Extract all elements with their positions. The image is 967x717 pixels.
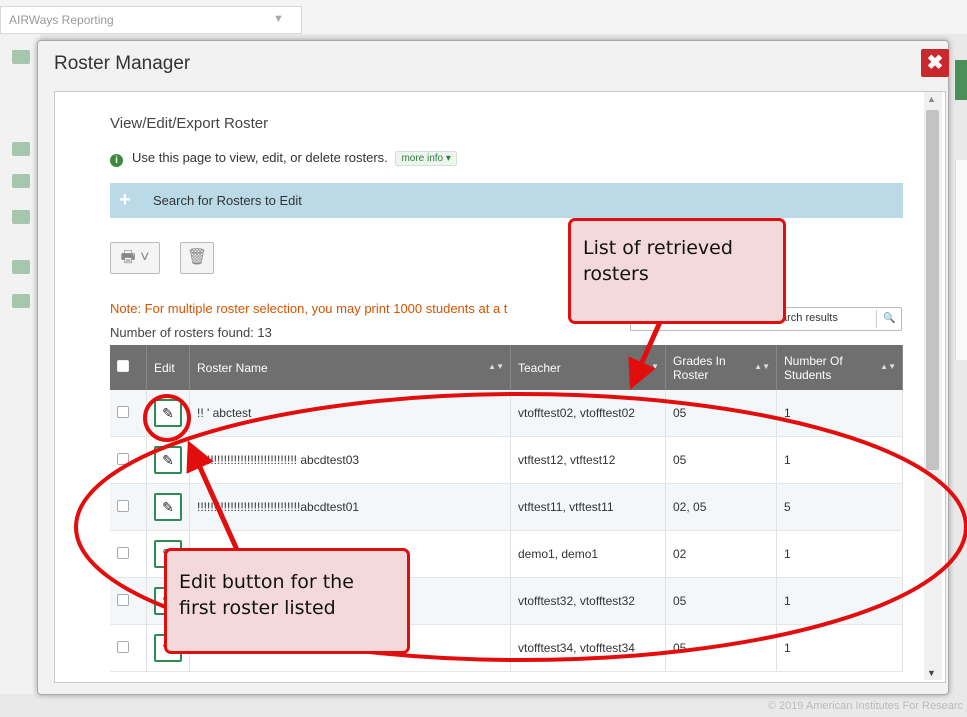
callout-line: first roster listed	[179, 597, 336, 619]
row-checkbox-cell[interactable]	[110, 390, 147, 437]
table-row: ✎ !!!!!!!!!!!!!!!!!!!!!!!!!!!!!! abcdtes…	[110, 436, 903, 484]
row-checkbox[interactable]	[117, 593, 129, 606]
search-rosters-panel-header[interactable]: + Search for Rosters to Edit	[110, 183, 903, 218]
sidebar-icon	[12, 260, 30, 274]
students-cell: 1	[776, 436, 903, 484]
teacher-cell: vtofftest34, vtofftest34	[510, 624, 666, 672]
plus-icon: +	[119, 189, 131, 211]
edit-cell: ✎	[146, 483, 190, 531]
students-cell: 1	[776, 624, 903, 672]
row-checkbox[interactable]	[117, 452, 129, 465]
table-row: ✎ !! ' abctest vtofftest02, vtofftest02 …	[110, 390, 903, 437]
info-text: Use this page to view, edit, or delete r…	[132, 150, 388, 165]
teacher-cell: vtofftest02, vtofftest02	[510, 390, 666, 437]
search-panel-label: Search for Rosters to Edit	[153, 193, 302, 208]
callout-line: Edit button for the	[179, 571, 354, 593]
callout-line: List of retrieved	[583, 237, 733, 259]
roster-name-cell: !! ' abctest	[189, 390, 511, 437]
row-checkbox-cell[interactable]	[110, 530, 147, 578]
chevron-down-icon: ▼	[273, 13, 284, 25]
app-selector-label: AIRWays Reporting	[9, 13, 114, 27]
sidebar-icon	[12, 294, 30, 308]
background-panel-edge	[955, 60, 967, 100]
sidebar-icon	[12, 174, 30, 188]
table-header-row: Edit Roster Name ▲▼ Teacher ▲▼ Grades In R…	[110, 345, 903, 390]
column-header-label: Number Of Students	[784, 353, 843, 382]
grades-cell: 02, 05	[665, 483, 777, 531]
column-header-label: Grades In Roster	[673, 353, 726, 382]
row-checkbox[interactable]	[117, 499, 129, 512]
grades-cell: 05	[665, 436, 777, 484]
teacher-cell: demo1, demo1	[510, 530, 666, 578]
edit-cell: ✎	[146, 436, 190, 484]
background-panel-edge	[955, 160, 967, 360]
sidebar-icon	[12, 50, 30, 64]
info-icon: i	[110, 154, 123, 167]
sort-icon[interactable]: ▲▼	[488, 362, 504, 371]
row-checkbox-cell[interactable]	[110, 577, 147, 625]
print-button[interactable]: 🖶 ˅	[110, 242, 160, 274]
scrollbar-thumb[interactable]	[926, 110, 939, 470]
column-header-label: Teacher	[518, 360, 561, 375]
table-row: ✎ !!!!!!!!!!!!!!!!!!!!!!!!!!!!!!!abcdtes…	[110, 483, 903, 531]
close-button[interactable]: ✖	[921, 49, 949, 77]
roster-name-cell: !!!!!!!!!!!!!!!!!!!!!!!!!!!!!! abcdtest0…	[189, 436, 511, 484]
teacher-cell: vtftest11, vtftest11	[510, 483, 666, 531]
students-cell: 1	[776, 577, 903, 625]
row-checkbox[interactable]	[117, 640, 129, 653]
sort-icon[interactable]: ▲▼	[643, 362, 659, 371]
search-results-placeholder: arch results	[781, 312, 838, 324]
sidebar-icon	[12, 142, 30, 156]
column-header-grades[interactable]: Grades In Roster ▲▼	[665, 345, 777, 390]
grades-cell: 02	[665, 530, 777, 578]
edit-button[interactable]: ✎	[154, 446, 182, 474]
modal-title: Roster Manager	[54, 53, 191, 74]
column-header-roster-name[interactable]: Roster Name ▲▼	[189, 345, 511, 390]
row-checkbox-cell[interactable]	[110, 436, 147, 484]
students-cell: 1	[776, 530, 903, 578]
delete-button[interactable]: 🗑	[180, 242, 214, 274]
roster-name-cell: !!!!!!!!!!!!!!!!!!!!!!!!!!!!!!!abcdtest0…	[189, 483, 511, 531]
callout-edit-button: Edit button for the first roster listed	[164, 548, 410, 654]
grades-cell: 05	[665, 390, 777, 437]
select-all-checkbox[interactable]	[117, 360, 129, 372]
sort-icon[interactable]: ▲▼	[754, 362, 770, 371]
edit-cell: ✎	[146, 390, 190, 437]
sidebar-icon	[12, 210, 30, 224]
search-icon[interactable]: 🔍	[876, 310, 902, 328]
row-checkbox-cell[interactable]	[110, 483, 147, 531]
column-header-label: Roster Name	[197, 360, 268, 375]
edit-button[interactable]: ✎	[154, 399, 182, 427]
callout-rosters: List of retrieved rosters	[568, 218, 786, 324]
background-sidebar	[0, 34, 40, 694]
more-info-button[interactable]: more info ▾	[395, 151, 457, 166]
students-cell: 1	[776, 390, 903, 437]
info-line: i Use this page to view, edit, or delete …	[110, 150, 457, 167]
grades-cell: 05	[665, 577, 777, 625]
students-cell: 5	[776, 483, 903, 531]
scroll-up-icon[interactable]: ▲	[927, 94, 936, 104]
teacher-cell: vtofftest32, vtofftest32	[510, 577, 666, 625]
column-header-students[interactable]: Number Of Students ▲▼	[776, 345, 903, 390]
row-checkbox[interactable]	[117, 546, 129, 559]
section-title: View/Edit/Export Roster	[110, 115, 269, 132]
scroll-down-icon[interactable]: ▼	[927, 668, 936, 678]
selection-note: Note: For multiple roster selection, you…	[110, 301, 508, 316]
column-header-edit: Edit	[146, 345, 190, 390]
callout-line: rosters	[583, 263, 649, 285]
grades-cell: 05	[665, 624, 777, 672]
teacher-cell: vtftest12, vtftest12	[510, 436, 666, 484]
row-checkbox-cell[interactable]	[110, 624, 147, 672]
column-header-teacher[interactable]: Teacher ▲▼	[510, 345, 666, 390]
row-checkbox[interactable]	[117, 405, 129, 418]
sort-icon[interactable]: ▲▼	[880, 362, 896, 371]
copyright-text: © 2019 American Institutes For Researc	[767, 700, 963, 712]
edit-button[interactable]: ✎	[154, 493, 182, 521]
roster-count: Number of rosters found: 13	[110, 325, 272, 340]
select-all-checkbox-cell[interactable]	[110, 345, 147, 390]
app-selector[interactable]: AIRWays Reporting ▼	[0, 6, 302, 34]
